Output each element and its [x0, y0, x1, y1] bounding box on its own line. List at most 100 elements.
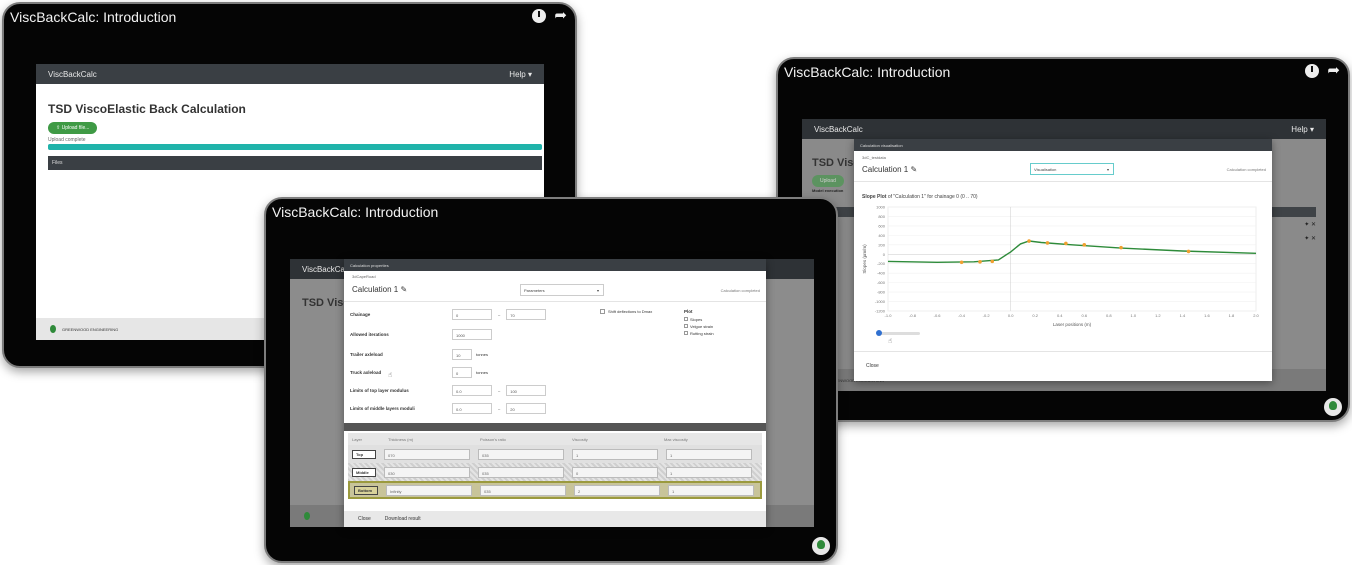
- x-tick-label: 2.0: [1253, 313, 1259, 318]
- chevron-down-icon: ▾: [1106, 167, 1109, 172]
- x-tick-label: -0.6: [934, 313, 942, 318]
- x-tick-label: 0.6: [1081, 313, 1087, 318]
- layer-table-bar: [344, 423, 766, 431]
- help-menu[interactable]: Help ▾: [1291, 125, 1314, 134]
- thickness-input[interactable]: 030: [384, 466, 470, 478]
- calculation-name[interactable]: Calculation 1 ✎: [862, 165, 917, 174]
- chainage-row: Chainage 0 – 70: [350, 309, 547, 320]
- footer-brand: GREENWOOD ENGINEERING: [62, 326, 119, 332]
- row-actions-icon[interactable]: ✦ ✕: [1304, 221, 1316, 228]
- slope-chart: 1000 800 600 400 200 0 -200 -400 -600 -800 -1000 -1…: [862, 205, 1260, 328]
- middle-layer-limits-row: Limits of middle layers moduli 0.0 – 20: [350, 403, 547, 414]
- cursor-icon: ☝: [888, 338, 893, 345]
- upload-progress-track: [48, 144, 542, 150]
- thickness-input[interactable]: Infinity: [386, 484, 472, 496]
- app-navbar: ViscBackCalc Help ▾: [36, 64, 544, 84]
- plot-option-rutting-strain[interactable]: Rutting strain: [684, 331, 714, 336]
- greenwood-logo-icon: [304, 512, 310, 520]
- data-point: [1045, 241, 1050, 245]
- slider-handle[interactable]: [876, 330, 882, 336]
- modal-subtitle: 3dCapeRoad: [352, 274, 376, 279]
- shift-deflections-option[interactable]: Shift deflections to Dmax: [600, 309, 660, 314]
- chainage-to-input[interactable]: 70: [506, 309, 547, 320]
- data-point: [978, 260, 982, 264]
- help-menu[interactable]: Help ▾: [509, 70, 532, 79]
- calculation-status: Calculation completed: [720, 288, 760, 293]
- window-controls: ➦: [1305, 63, 1340, 78]
- pencil-icon[interactable]: ✎: [400, 285, 407, 294]
- upload-button[interactable]: Upload: [812, 175, 844, 187]
- view-select[interactable]: Visualisation ▾: [1030, 163, 1114, 175]
- max-viscosity-input[interactable]: 1: [666, 448, 752, 460]
- header-divider: [344, 301, 766, 302]
- viscosity-input[interactable]: 1: [572, 448, 658, 460]
- x-tick-label: 1.0: [1131, 313, 1137, 318]
- app-window: ViscBackCalc Help ▾ TSD Visc Upload Mode…: [802, 119, 1326, 391]
- plot-option-velgoe-strain[interactable]: Velgoe strain: [684, 324, 714, 329]
- trailer-axleload-label: Trailer axleload: [350, 352, 383, 357]
- x-tick-label: -0.8: [909, 313, 917, 318]
- data-point: [1082, 243, 1087, 247]
- tablet-screen-2: ViscBackCalc: Introduction ViscBackCalc …: [264, 197, 838, 563]
- window-controls: ➦: [532, 8, 567, 23]
- y-tick-label: 600: [878, 223, 885, 228]
- checkbox[interactable]: [600, 309, 605, 314]
- modal-header: Calculation visualisation: [854, 139, 1272, 151]
- max-viscosity-input[interactable]: 1: [668, 484, 754, 496]
- plot-option-slopes[interactable]: Slopes: [684, 317, 714, 322]
- close-button[interactable]: Close: [866, 363, 879, 369]
- chainage-slider[interactable]: [876, 330, 920, 336]
- plot-options: Plot Slopes Velgoe strain Rutting strain: [684, 309, 714, 336]
- thickness-input[interactable]: 070: [384, 448, 470, 460]
- app-badge-icon[interactable]: [1324, 398, 1342, 416]
- chainage-from-input[interactable]: 0: [452, 309, 492, 320]
- iterations-input[interactable]: 1000: [452, 329, 492, 340]
- modal-footer-divider: [854, 351, 1272, 352]
- layer-table: Layer Thickness (m) Poisson's ratio Visc…: [348, 433, 762, 499]
- app-window: ViscBackCalc TSD Visco Calculation prope…: [290, 259, 814, 527]
- x-tick-label: 0.8: [1106, 313, 1112, 318]
- app-badge-icon[interactable]: [812, 537, 830, 555]
- chainage-label: Chainage: [350, 312, 371, 317]
- chart-heading: Slope Plot of "Calculation 1" for chaina…: [862, 194, 978, 200]
- x-tick-label: -0.2: [983, 313, 991, 318]
- x-tick-label: 0.4: [1057, 313, 1063, 318]
- clock-icon[interactable]: [1305, 64, 1320, 78]
- top-layer-limits-row: Limits of top layer modulus 0.0 – 100: [350, 385, 547, 396]
- viscosity-input[interactable]: 2: [574, 484, 660, 496]
- layer-name: Bottom: [354, 485, 378, 495]
- calculation-name[interactable]: Calculation 1 ✎: [352, 285, 407, 294]
- close-button[interactable]: Close: [358, 516, 371, 522]
- top-layer-limits-label: Limits of top layer modulus: [350, 388, 409, 393]
- row-actions-icon[interactable]: ✦ ✕: [1304, 235, 1316, 242]
- share-icon[interactable]: ➦: [1327, 63, 1340, 78]
- app-name: ViscBackCalc: [48, 70, 97, 79]
- pencil-icon[interactable]: ✎: [910, 165, 917, 174]
- plot-label: Plot: [684, 309, 693, 314]
- y-tick-label: 800: [878, 214, 885, 219]
- top-layer-min-input[interactable]: 0.0: [452, 385, 492, 396]
- clock-icon[interactable]: [532, 9, 547, 23]
- trailer-axleload-input[interactable]: 10: [452, 349, 472, 360]
- data-point: [959, 260, 964, 265]
- poisson-input[interactable]: 035: [478, 448, 564, 460]
- top-layer-max-input[interactable]: 100: [506, 385, 547, 396]
- x-tick-label: -0.4: [958, 313, 966, 318]
- middle-layer-max-input[interactable]: 20: [506, 403, 547, 414]
- view-select[interactable]: Parameters ▾: [520, 284, 604, 296]
- share-icon[interactable]: ➦: [554, 8, 567, 23]
- y-axis-label: Slopes (µm/m): [862, 244, 867, 274]
- window-title: ViscBackCalc: Introduction: [10, 9, 177, 25]
- poisson-input[interactable]: 035: [480, 484, 566, 496]
- trailer-axleload-row: Trailer axleload 10 tonnes: [350, 349, 488, 360]
- y-tick-label: -600: [877, 280, 886, 285]
- page-title: TSD ViscoElastic Back Calculation: [48, 102, 246, 116]
- middle-layer-min-input[interactable]: 0.0: [452, 403, 492, 414]
- upload-button[interactable]: ⇪ Upload file...: [48, 122, 98, 134]
- poisson-input[interactable]: 035: [478, 466, 564, 478]
- download-result-button[interactable]: Download result: [385, 516, 421, 522]
- viscosity-input[interactable]: 0: [572, 466, 658, 478]
- truck-axleload-input[interactable]: 0: [452, 367, 472, 378]
- max-viscosity-input[interactable]: 1: [666, 466, 752, 478]
- files-panel-header[interactable]: Files: [48, 156, 542, 170]
